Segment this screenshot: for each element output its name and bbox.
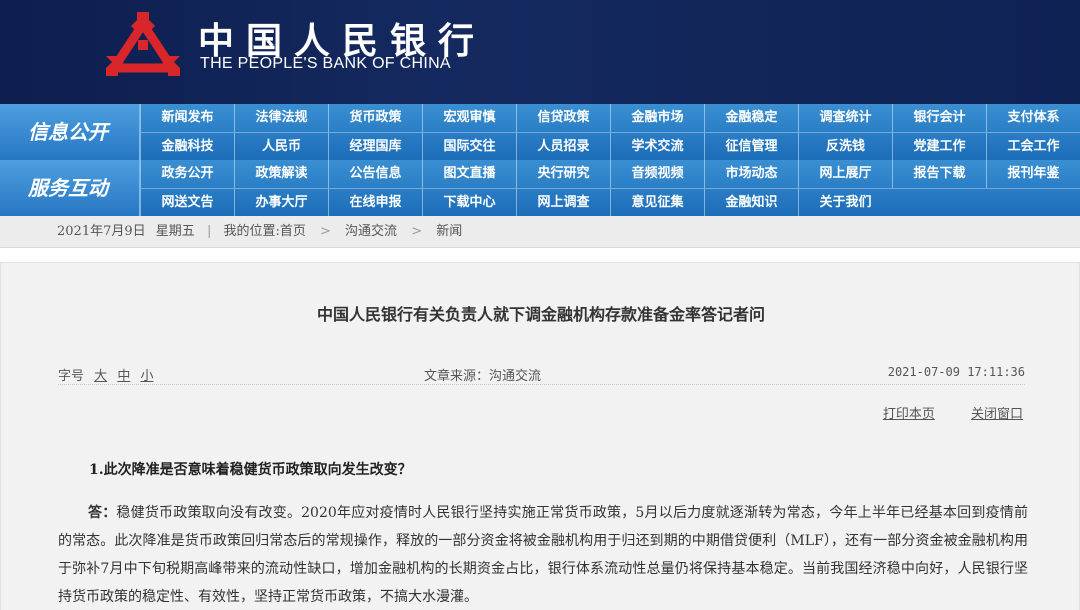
breadcrumb-level1[interactable]: 沟通交流: [345, 216, 397, 248]
chevron-right-icon: >: [320, 224, 331, 239]
breadcrumb-home[interactable]: 我的位置:首页: [223, 216, 305, 248]
nav-item[interactable]: 图文直播: [422, 160, 516, 188]
print-page-link[interactable]: 打印本页: [883, 407, 935, 422]
article-answer: 答：稳健货币政策取向没有改变。2020年应对疫情时人民银行坚持实施正常货币政策，…: [58, 499, 1028, 610]
nav-item[interactable]: 关于我们: [798, 189, 892, 217]
nav-heading-service: 服务互动: [0, 160, 140, 216]
current-weekday: 星期五: [155, 224, 195, 239]
nav-item[interactable]: 意见征集: [610, 189, 704, 217]
nav-item[interactable]: 征信管理: [704, 133, 798, 161]
nav-heading-info: 信息公开: [0, 104, 140, 160]
nav-item[interactable]: 报刊年鉴: [986, 160, 1080, 188]
nav-item[interactable]: 政务公开: [140, 160, 234, 188]
nav-item[interactable]: 国际交往: [422, 133, 516, 161]
pboc-emblem-icon[interactable]: [102, 10, 184, 82]
nav-item[interactable]: 人民币: [234, 133, 328, 161]
nav-item[interactable]: 金融市场: [610, 104, 704, 132]
nav-item[interactable]: 人员招录: [516, 133, 610, 161]
article-question: 1.此次降准是否意味着稳健货币政策取向发生改变？: [89, 462, 412, 478]
font-size-label: 字号: [58, 369, 85, 384]
nav-grid-service: 政务公开 政策解读 公告信息 图文直播 央行研究 音频视频 市场动态 网上展厅 …: [140, 160, 1080, 217]
article-source: 文章来源：沟通交流: [424, 369, 542, 384]
nav-item[interactable]: 网上调查: [516, 189, 610, 217]
nav-row: 网送文告 办事大厅 在线申报 下载中心 网上调查 意见征集 金融知识 关于我们: [140, 188, 1080, 217]
nav-item[interactable]: 法律法规: [234, 104, 328, 132]
article-tools: 打印本页 关闭窗口: [851, 403, 1023, 422]
font-size-control: 字号 大 中 小: [58, 365, 153, 384]
nav-item[interactable]: 在线申报: [328, 189, 422, 217]
nav-item[interactable]: 银行会计: [892, 104, 986, 132]
nav-item[interactable]: 网送文告: [140, 189, 234, 217]
breadcrumb: 2021年7月9日 星期五 | 我的位置:首页 > 沟通交流 > 新闻: [0, 216, 1080, 248]
font-large-link[interactable]: 大: [94, 369, 107, 384]
answer-prefix: 答：: [88, 505, 117, 521]
nav-grid-info: 新闻发布 法律法规 货币政策 宏观审慎 信贷政策 金融市场 金融稳定 调查统计 …: [140, 104, 1080, 161]
nav-item[interactable]: 反洗钱: [798, 133, 892, 161]
nav-item[interactable]: 报告下载: [892, 160, 986, 188]
site-logo-english[interactable]: THE PEOPLE'S BANK OF CHINA: [200, 55, 451, 73]
main-navigation: 信息公开 新闻发布 法律法规 货币政策 宏观审慎 信贷政策 金融市场 金融稳定 …: [0, 104, 1080, 217]
nav-item[interactable]: 政策解读: [234, 160, 328, 188]
nav-row: 政务公开 政策解读 公告信息 图文直播 央行研究 音频视频 市场动态 网上展厅 …: [140, 160, 1080, 188]
answer-text: 稳健货币政策取向没有改变。2020年应对疫情时人民银行坚持实施正常货币政策，5月…: [58, 505, 1028, 605]
nav-item[interactable]: 网上展厅: [798, 160, 892, 188]
article-meta: 字号 大 中 小 文章来源：沟通交流 2021-07-09 17:11:36: [58, 363, 1025, 385]
nav-row: 新闻发布 法律法规 货币政策 宏观审慎 信贷政策 金融市场 金融稳定 调查统计 …: [140, 104, 1080, 132]
breadcrumb-divider: |: [206, 224, 212, 239]
current-date: 2021年7月9日: [57, 224, 146, 239]
nav-section-service: 服务互动 政务公开 政策解读 公告信息 图文直播 央行研究 音频视频 市场动态 …: [0, 160, 1080, 217]
nav-item[interactable]: 新闻发布: [140, 104, 234, 132]
nav-item[interactable]: 党建工作: [892, 133, 986, 161]
article-panel: 中国人民银行有关负责人就下调金融机构存款准备金率答记者问 字号 大 中 小 文章…: [0, 262, 1080, 610]
nav-item[interactable]: 工会工作: [986, 133, 1080, 161]
nav-item[interactable]: 音频视频: [610, 160, 704, 188]
article-datetime: 2021-07-09 17:11:36: [887, 365, 1025, 379]
close-window-link[interactable]: 关闭窗口: [971, 407, 1023, 422]
nav-item[interactable]: 金融知识: [704, 189, 798, 217]
nav-item[interactable]: 支付体系: [986, 104, 1080, 132]
nav-item[interactable]: 信贷政策: [516, 104, 610, 132]
nav-item[interactable]: 下载中心: [422, 189, 516, 217]
nav-item[interactable]: 办事大厅: [234, 189, 328, 217]
nav-item[interactable]: 学术交流: [610, 133, 704, 161]
font-small-link[interactable]: 小: [140, 369, 153, 384]
nav-item[interactable]: 金融科技: [140, 133, 234, 161]
nav-item[interactable]: 市场动态: [704, 160, 798, 188]
nav-section-info: 信息公开 新闻发布 法律法规 货币政策 宏观审慎 信贷政策 金融市场 金融稳定 …: [0, 104, 1080, 161]
nav-row: 金融科技 人民币 经理国库 国际交往 人员招录 学术交流 征信管理 反洗钱 党建…: [140, 132, 1080, 161]
nav-item[interactable]: 金融稳定: [704, 104, 798, 132]
nav-item[interactable]: 调查统计: [798, 104, 892, 132]
nav-item[interactable]: 公告信息: [328, 160, 422, 188]
article-title: 中国人民银行有关负责人就下调金融机构存款准备金率答记者问: [316, 305, 765, 324]
breadcrumb-level2[interactable]: 新闻: [436, 216, 462, 248]
nav-item[interactable]: 宏观审慎: [422, 104, 516, 132]
chevron-right-icon: >: [411, 224, 423, 239]
nav-item[interactable]: 货币政策: [328, 104, 422, 132]
site-header: 中国人民银行 THE PEOPLE'S BANK OF CHINA: [0, 0, 1080, 104]
nav-item[interactable]: 经理国库: [328, 133, 422, 161]
nav-item[interactable]: 央行研究: [516, 160, 610, 188]
font-medium-link[interactable]: 中: [117, 369, 130, 384]
